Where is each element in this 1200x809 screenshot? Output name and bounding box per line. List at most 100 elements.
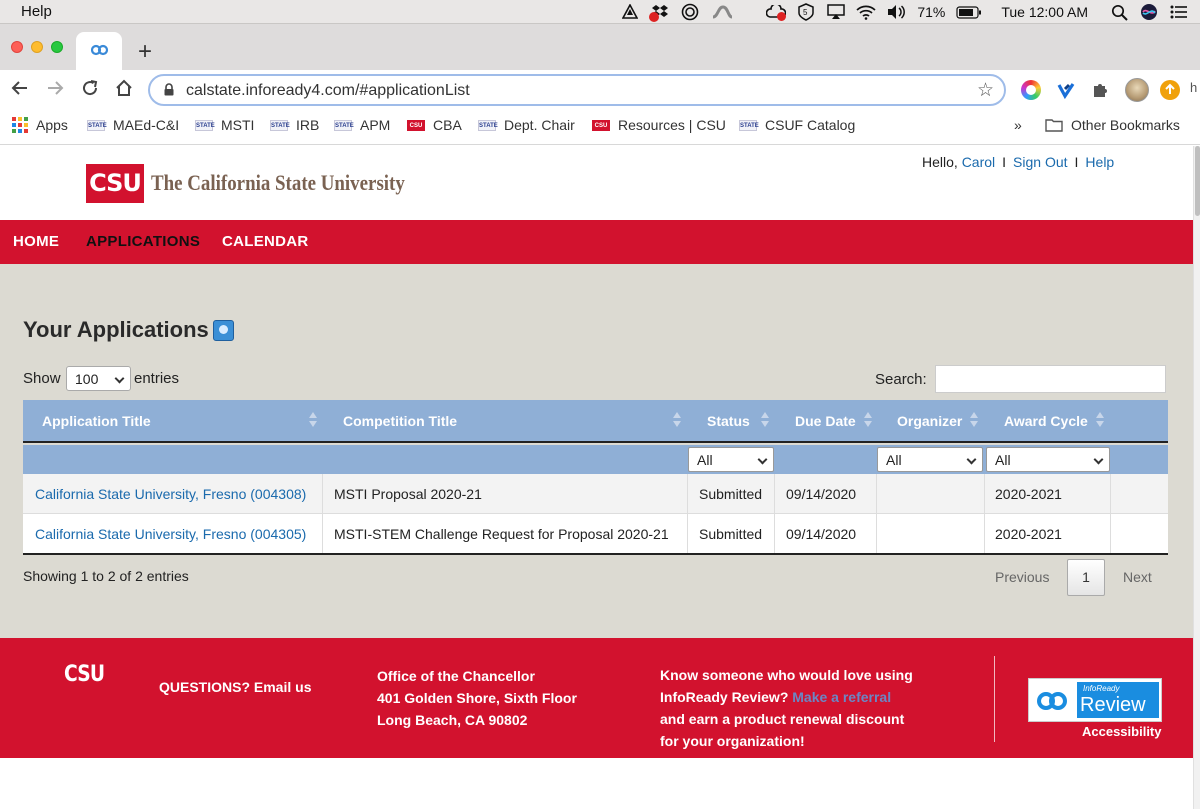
back-arrow-icon[interactable] <box>10 78 30 104</box>
menu-overflow-icon[interactable]: h <box>1190 80 1200 100</box>
window-minimize-button[interactable] <box>31 41 43 53</box>
nav-calendar[interactable]: CALENDAR <box>222 233 309 250</box>
spotlight-search-icon[interactable] <box>1108 3 1130 21</box>
separator: I <box>1002 154 1007 170</box>
bookmarks-overflow-button[interactable]: » <box>1014 117 1022 133</box>
update-available-icon[interactable] <box>1160 80 1180 100</box>
chevron-down-icon <box>114 373 125 384</box>
page-scrollbar[interactable] <box>1193 146 1200 809</box>
creative-cloud-icon[interactable] <box>765 3 787 21</box>
nav-home[interactable]: HOME <box>13 233 59 250</box>
award-cycle-cell: 2020-2021 <box>995 486 1062 502</box>
forward-arrow-icon[interactable] <box>45 78 65 104</box>
address-bar[interactable]: calstate.infoready4.com/#applicationList… <box>148 74 1006 106</box>
organizer-filter-select[interactable]: All <box>877 447 983 472</box>
bookmark-label: MSTI <box>221 117 255 133</box>
application-link[interactable]: California State University, Fresno (004… <box>35 486 306 502</box>
bookmark-apm[interactable]: STATE APM <box>334 117 390 133</box>
bookmark-irb[interactable]: STATE IRB <box>270 117 319 133</box>
vimeo-extension-icon[interactable] <box>1056 80 1076 100</box>
video-help-icon[interactable] <box>213 320 234 341</box>
csu-icon: CSU <box>592 119 610 131</box>
status-filter-select[interactable]: All <box>688 447 774 472</box>
menubar-clock[interactable]: Tue 12:00 AM <box>1001 4 1088 20</box>
pagination-page-1[interactable]: 1 <box>1067 559 1105 596</box>
bookmark-cba[interactable]: CSU CBA <box>407 117 462 133</box>
reload-icon[interactable] <box>80 78 100 104</box>
sort-icon[interactable] <box>970 412 978 428</box>
column-header-status[interactable]: Status <box>707 413 750 429</box>
state-icon: STATE <box>270 119 290 131</box>
scroll-thumb[interactable] <box>1195 146 1200 216</box>
airplay-icon[interactable] <box>825 3 847 21</box>
bookmark-apps[interactable]: Apps <box>12 117 68 133</box>
volume-icon[interactable] <box>885 3 907 21</box>
column-header-organizer[interactable]: Organizer <box>897 413 962 429</box>
sort-icon[interactable] <box>309 412 317 428</box>
window-close-button[interactable] <box>11 41 23 53</box>
help-link[interactable]: Help <box>1085 154 1114 170</box>
nav-applications[interactable]: APPLICATIONS <box>86 233 200 250</box>
browser-tab[interactable] <box>76 32 122 70</box>
screen-record-icon[interactable] <box>679 3 701 21</box>
sign-out-link[interactable]: Sign Out <box>1013 154 1067 170</box>
user-links: Hello, Carol I Sign Out I Help <box>922 154 1114 170</box>
adobe-icon[interactable] <box>619 3 641 21</box>
menu-help[interactable]: Help <box>21 3 52 20</box>
five-icon[interactable]: 5 <box>795 3 817 21</box>
infoready-review-badge[interactable]: InfoReady Review <box>1028 678 1162 722</box>
column-header-competition-title[interactable]: Competition Title <box>343 413 457 429</box>
sort-icon[interactable] <box>761 412 769 428</box>
badge-small-text: InfoReady <box>1083 684 1120 693</box>
address-line: Office of the Chancellor <box>377 668 535 684</box>
bookmark-other-bookmarks[interactable]: Other Bookmarks <box>1045 117 1180 133</box>
bookmark-resources-csu[interactable]: CSU Resources | CSU <box>592 117 726 133</box>
lock-icon[interactable] <box>164 83 174 96</box>
sort-icon[interactable] <box>673 412 681 428</box>
sidecar-icon[interactable] <box>709 3 735 21</box>
bookmark-csuf-catalog[interactable]: STATE CSUF Catalog <box>739 117 855 133</box>
award-cycle-filter-select[interactable]: All <box>986 447 1110 472</box>
referral-line: Know someone who would love using <box>660 667 913 683</box>
accessibility-link[interactable]: Accessibility <box>1082 724 1162 739</box>
new-tab-button[interactable]: + <box>138 38 152 66</box>
address-line: 401 Golden Shore, Sixth Floor <box>377 690 577 706</box>
dropbox-icon[interactable] <box>649 3 671 22</box>
infoready-favicon-icon <box>90 43 109 57</box>
make-referral-link[interactable]: Make a referral <box>792 689 891 705</box>
bookmark-msti[interactable]: STATE MSTI <box>195 117 254 133</box>
column-header-award-cycle[interactable]: Award Cycle <box>1004 413 1088 429</box>
bookmark-star-icon[interactable]: ☆ <box>977 79 994 102</box>
url-text[interactable]: calstate.infoready4.com/#applicationList <box>186 82 470 100</box>
column-header-due-date[interactable]: Due Date <box>795 413 856 429</box>
column-header-application-title[interactable]: Application Title <box>42 413 151 429</box>
user-name-link[interactable]: Carol <box>962 154 995 170</box>
entries-per-page-select[interactable]: 100 <box>66 366 131 391</box>
bookmark-dept-chair[interactable]: STATE Dept. Chair <box>478 117 575 133</box>
profile-avatar[interactable] <box>1125 78 1149 102</box>
sort-icon[interactable] <box>1096 412 1104 428</box>
siri-icon[interactable] <box>1138 3 1160 21</box>
bookmark-maed[interactable]: STATE MAEd-C&I <box>87 117 179 133</box>
search-input[interactable] <box>935 365 1166 393</box>
home-icon[interactable] <box>114 78 134 104</box>
cell-divider <box>1110 474 1111 514</box>
battery-icon[interactable] <box>955 3 983 21</box>
window-zoom-button[interactable] <box>51 41 63 53</box>
control-center-icon[interactable] <box>1168 3 1190 21</box>
university-name[interactable]: The California State University <box>151 170 405 196</box>
questions-email-link[interactable]: QUESTIONS? Email us <box>159 676 311 698</box>
pagination-previous[interactable]: Previous <box>995 569 1049 585</box>
csu-logo[interactable]: CSU <box>86 164 144 203</box>
pagination-next[interactable]: Next <box>1123 569 1152 585</box>
wifi-icon[interactable] <box>855 3 877 21</box>
application-link[interactable]: California State University, Fresno (004… <box>35 526 306 542</box>
site-header: CSU The California State University Hell… <box>0 146 1200 220</box>
cell-divider <box>984 474 985 514</box>
footer-csu-logo[interactable]: CSU <box>64 662 105 687</box>
table-header: Application Title Competition Title Stat… <box>23 400 1168 443</box>
sort-icon[interactable] <box>864 412 872 428</box>
color-picker-extension-icon[interactable] <box>1021 80 1041 100</box>
extensions-puzzle-icon[interactable] <box>1091 80 1111 100</box>
review-badge-panel: InfoReady Review <box>1077 682 1159 718</box>
